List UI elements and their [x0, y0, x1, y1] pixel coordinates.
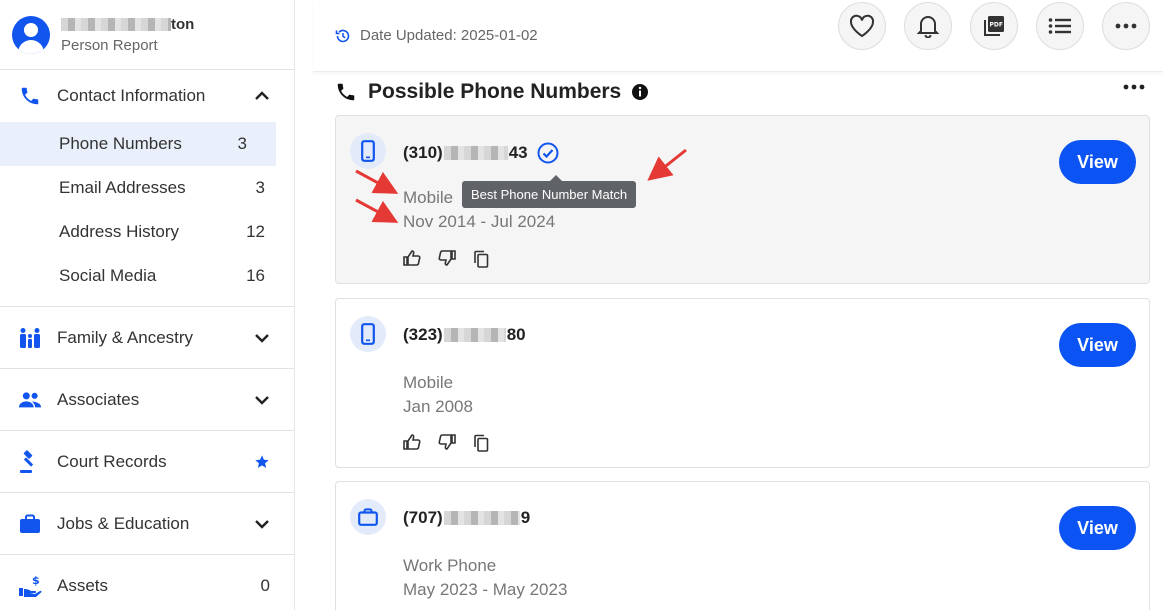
history-icon [335, 29, 350, 42]
info-icon[interactable] [631, 83, 649, 101]
section-jobs-education[interactable]: Jobs & Education [0, 493, 294, 555]
family-icon [18, 326, 42, 350]
phone-date-range: May 2023 - May 2023 [403, 580, 568, 599]
profile-subtitle: Person Report [61, 36, 158, 54]
section-label: Court Records [57, 451, 167, 471]
redacted-name [61, 18, 171, 31]
view-button[interactable]: View [1059, 323, 1136, 367]
section-associates[interactable]: Associates [0, 369, 294, 431]
phone-type: Mobile [403, 188, 454, 207]
phone-card: (707) 9 Work Phone May 2023 - May 2023 V… [335, 481, 1150, 610]
phone-date-range: Nov 2014 - Jul 2024 [403, 212, 556, 231]
sidebar: ton Person Report Contact Information Ph… [0, 0, 295, 610]
sidebar-item-email-addresses[interactable]: Email Addresses 3 [0, 166, 294, 210]
sidebar-item-social-media[interactable]: Social Media 16 [0, 254, 294, 298]
date-updated: Date Updated: 2025-01-02 [335, 27, 538, 44]
sidebar-item-address-history[interactable]: Address History 12 [0, 210, 294, 254]
best-match-tooltip: Best Phone Number Match [462, 175, 637, 208]
pdf-icon: PDF [984, 16, 1004, 36]
chevron-down-icon[interactable] [254, 392, 270, 408]
count-badge: 3 [237, 134, 247, 153]
phone-card: (310) 43 Mobile Nov 2014 - Jul 2024 View [335, 115, 1150, 284]
page-title: Possible Phone Numbers [368, 80, 622, 103]
heart-icon [849, 14, 875, 38]
gavel-icon [18, 449, 42, 474]
section-family-ancestry[interactable]: Family & Ancestry [0, 307, 294, 369]
avatar-icon [12, 15, 50, 54]
contact-subitems: Phone Numbers 3 Email Addresses 3 Addres… [0, 122, 294, 307]
thumbs-up-icon[interactable] [403, 434, 421, 452]
section-assets[interactable]: $ Assets 0 [0, 555, 294, 610]
section-label: Family & Ancestry [57, 327, 194, 347]
top-bar: Date Updated: 2025-01-02 PDF [313, 0, 1163, 72]
redacted-digits [443, 328, 506, 342]
group-icon [18, 388, 42, 412]
redacted-digits [443, 146, 508, 160]
section-more-icon[interactable] [1123, 84, 1145, 90]
mobile-phone-icon [350, 133, 386, 169]
money-hand-icon: $ [18, 574, 42, 598]
section-label: Associates [57, 389, 140, 409]
list-icon [1048, 18, 1071, 34]
chevron-up-icon[interactable] [254, 88, 270, 104]
thumbs-up-icon[interactable] [403, 250, 421, 268]
section-label: Jobs & Education [57, 513, 190, 533]
section-court-records[interactable]: Court Records [0, 431, 294, 493]
profile-name: ton [61, 16, 194, 34]
count-badge: 12 [246, 222, 265, 241]
profile-header: ton Person Report [0, 0, 294, 70]
pdf-button[interactable]: PDF [970, 2, 1018, 50]
section-label: Contact Information [57, 86, 206, 105]
svg-text:$: $ [32, 574, 40, 587]
top-actions: PDF [820, 2, 1150, 50]
section-title-row: Possible Phone Numbers [335, 72, 1145, 112]
thumbs-down-icon[interactable] [438, 250, 456, 268]
count-badge: 3 [255, 178, 265, 197]
phone-type: Mobile [403, 373, 454, 392]
feedback-actions [403, 250, 506, 268]
feedback-actions [403, 434, 506, 452]
phone-number: (310) 43 [403, 142, 559, 164]
bell-icon [917, 16, 939, 38]
redacted-digits [443, 511, 520, 525]
phone-icon [18, 84, 42, 108]
briefcase-icon [18, 512, 42, 536]
star-icon[interactable] [254, 454, 270, 470]
sidebar-item-phone-numbers[interactable]: Phone Numbers 3 [0, 122, 276, 166]
count-badge: 0 [260, 576, 270, 595]
svg-text:PDF: PDF [990, 22, 1003, 29]
phone-number: (707) 9 [403, 508, 531, 527]
alert-button[interactable] [904, 2, 952, 50]
mobile-phone-icon [350, 316, 386, 352]
copy-icon[interactable] [473, 434, 489, 452]
view-button[interactable]: View [1059, 506, 1136, 550]
verified-check-icon[interactable] [537, 142, 559, 164]
more-options-button[interactable] [1102, 2, 1150, 50]
chevron-down-icon[interactable] [254, 516, 270, 532]
section-label: Assets [57, 576, 109, 595]
briefcase-icon [350, 499, 386, 535]
copy-icon[interactable] [473, 250, 489, 268]
main-content: Date Updated: 2025-01-02 PDF Possible Ph… [313, 0, 1163, 610]
phone-card: (323) 80 Mobile Jan 2008 View [335, 298, 1150, 468]
phone-date-range: Jan 2008 [403, 397, 473, 416]
phone-type: Work Phone [403, 556, 497, 575]
count-badge: 16 [246, 266, 265, 285]
thumbs-down-icon[interactable] [438, 434, 456, 452]
section-contact-information[interactable]: Contact Information [0, 70, 294, 122]
phone-icon [337, 83, 355, 101]
list-button[interactable] [1036, 2, 1084, 50]
chevron-down-icon[interactable] [254, 330, 270, 346]
view-button[interactable]: View [1059, 140, 1136, 184]
favorite-button[interactable] [838, 2, 886, 50]
phone-number: (323) 80 [403, 325, 526, 344]
more-icon [1115, 23, 1137, 29]
